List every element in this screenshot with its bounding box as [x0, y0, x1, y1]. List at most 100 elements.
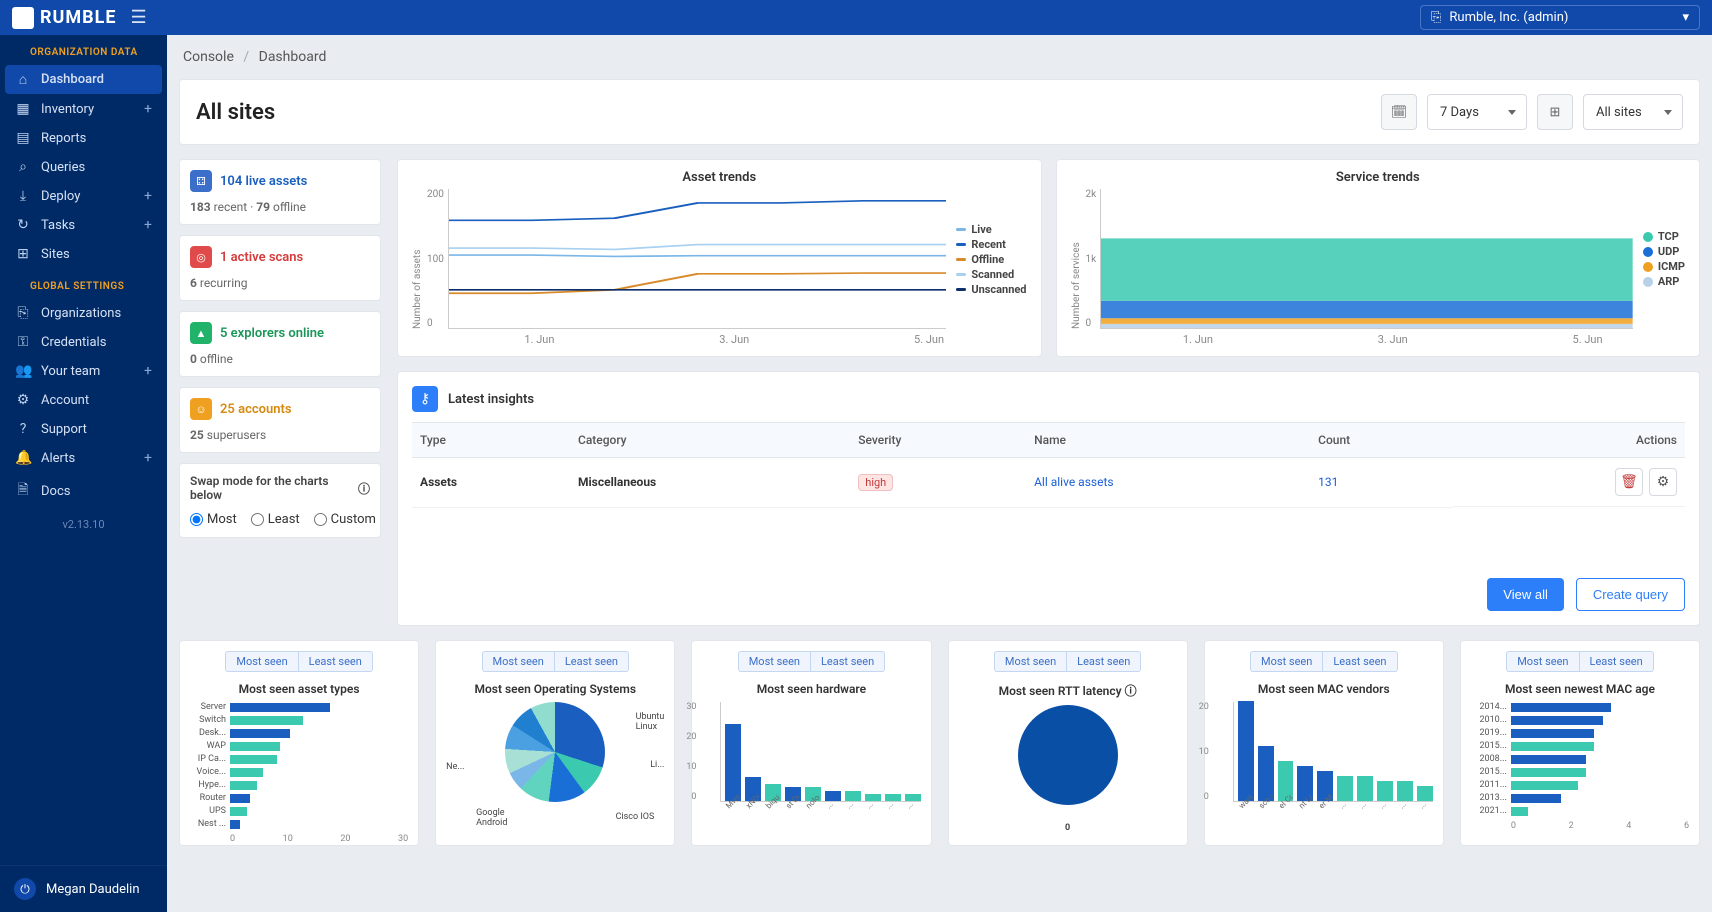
logo[interactable]: RUMBLE	[12, 7, 117, 29]
stat-scans-title: 1 active scans	[220, 250, 303, 265]
docs-icon: 🗎	[15, 479, 31, 503]
toggle-most[interactable]: Most seen	[738, 651, 810, 672]
col-category: Category	[570, 423, 850, 458]
mini-title: Most seen Operating Systems	[446, 682, 664, 696]
gear-icon[interactable]: ⚙	[1649, 468, 1677, 496]
sidebar-item-label: Deploy	[41, 189, 80, 204]
range-select[interactable]: 7 Days	[1427, 94, 1527, 130]
legend-item: ICMP	[1643, 259, 1685, 274]
sidebar-item-deploy[interactable]: ⤓Deploy+	[5, 182, 162, 210]
legend-item: UDP	[1643, 244, 1685, 259]
chevron-down-icon: ▾	[1682, 10, 1689, 25]
stat-assets-sub: 183 recent · 79 offline	[190, 200, 370, 214]
toggle-least[interactable]: Least seen	[1579, 651, 1654, 672]
page-title: All sites	[196, 100, 275, 125]
sidebar-user[interactable]: ⏻ Megan Daudelin	[0, 865, 167, 912]
sidebar-item-label: Credentials	[41, 335, 106, 350]
legend-item: TCP	[1643, 229, 1685, 244]
sites-icon: ⊞	[15, 246, 31, 262]
stat-assets-title: 104 live assets	[220, 174, 307, 189]
org-copy-icon: ⎘	[1431, 10, 1441, 25]
sidebar-item-your-team[interactable]: 👥Your team+	[5, 357, 162, 385]
sidebar-item-credentials[interactable]: ⚿ Credentials	[5, 328, 162, 356]
toggle-most[interactable]: Most seen	[1250, 651, 1322, 672]
org-switcher[interactable]: ⎘ Rumble, Inc. (admin) ▾	[1420, 5, 1700, 30]
insight-count-link[interactable]: 131	[1318, 475, 1338, 489]
toggle-least[interactable]: Least seen	[298, 651, 373, 672]
plus-icon[interactable]: +	[144, 101, 152, 117]
plus-icon[interactable]: +	[144, 188, 152, 204]
mini-chart-4: Most seenLeast seen Most seen MAC vendors…	[1204, 640, 1444, 846]
sidebar-item-inventory[interactable]: ▦Inventory+	[5, 95, 162, 123]
sidebar-item-label: Account	[41, 393, 89, 408]
site-select[interactable]: All sites	[1583, 94, 1683, 130]
sidebar-section-org: ORGANIZATION DATA	[0, 35, 167, 64]
sidebar-toggle-icon[interactable]: ☰	[131, 7, 147, 28]
severity-badge: high	[858, 474, 893, 491]
scans-icon: ◎	[190, 246, 212, 268]
swap-title: Swap mode for the charts below	[190, 474, 354, 502]
sidebar-item-account[interactable]: ⚙Account	[5, 386, 162, 414]
swap-mode-card: Swap mode for the charts below ⓘ Most Le…	[179, 463, 381, 538]
sidebar-item-sites[interactable]: ⊞Sites	[5, 240, 162, 268]
toggle-least[interactable]: Least seen	[554, 651, 629, 672]
sidebar-item-reports[interactable]: ▤Reports	[5, 124, 162, 152]
swap-radio-least[interactable]: Least	[251, 512, 300, 527]
sidebar-item-docs[interactable]: 🗎Docs	[5, 473, 162, 509]
toggle-least[interactable]: Least seen	[810, 651, 885, 672]
plus-icon[interactable]: +	[144, 363, 152, 379]
credentials-icon: ⚿	[15, 334, 31, 350]
sidebar-user-name: Megan Daudelin	[46, 882, 140, 897]
create-query-button[interactable]: Create query	[1576, 578, 1685, 611]
calendar-icon[interactable]: 🗓	[1381, 94, 1417, 130]
view-all-button[interactable]: View all	[1487, 578, 1564, 611]
accounts-icon: ☺	[190, 398, 212, 420]
stat-card-scans[interactable]: ◎ 1 active scans 6 recurring	[179, 235, 381, 301]
sidebar-item-alerts[interactable]: 🔔Alerts+	[5, 444, 162, 472]
toggle-most[interactable]: Most seen	[994, 651, 1066, 672]
stat-card-explorers[interactable]: ▲ 5 explorers online 0 offline	[179, 311, 381, 377]
sidebar-item-queries[interactable]: ⌕Queries	[5, 153, 162, 181]
organizations-icon: ⎘	[15, 305, 31, 321]
swap-radio-custom[interactable]: Custom	[314, 512, 376, 527]
toggle-least[interactable]: Least seen	[1066, 651, 1141, 672]
mini-title: Most seen newest MAC age	[1471, 682, 1689, 696]
stat-card-accounts[interactable]: ☺ 25 accounts 25 superusers	[179, 387, 381, 453]
power-icon: ⏻	[14, 878, 36, 900]
legend-item: Offline	[956, 252, 1026, 267]
insights-row: Assets Miscellaneous high All alive asse…	[412, 458, 1685, 508]
stat-card-assets[interactable]: ⚃ 104 live assets 183 recent · 79 offlin…	[179, 159, 381, 225]
stat-explorers-sub: 0 offline	[190, 352, 370, 366]
page-header: All sites 🗓 7 Days ⊞ All sites	[179, 79, 1700, 145]
sidebar-item-label: Queries	[41, 160, 85, 175]
explorers-icon: ▲	[190, 322, 212, 344]
mini-chart-3: Most seenLeast seen Most seen RTT latency…	[948, 640, 1188, 846]
sidebar-item-support[interactable]: ?Support	[5, 415, 162, 443]
stat-accounts-sub: 25 superusers	[190, 428, 370, 442]
toggle-least[interactable]: Least seen	[1322, 651, 1397, 672]
tasks-icon: ↻	[15, 217, 31, 233]
sidebar-item-label: Organizations	[41, 306, 121, 321]
site-icon[interactable]: ⊞	[1537, 94, 1573, 130]
mini-title: Most seen asset types	[190, 682, 408, 696]
info-icon[interactable]: ⓘ	[358, 480, 370, 497]
toggle-most[interactable]: Most seen	[1506, 651, 1578, 672]
toggle-most[interactable]: Most seen	[225, 651, 297, 672]
insights-title: Latest insights	[448, 392, 534, 407]
delete-icon[interactable]: 🗑	[1615, 468, 1643, 496]
swap-radio-most[interactable]: Most	[190, 512, 237, 527]
breadcrumb-root[interactable]: Console	[183, 49, 234, 65]
legend-item: ARP	[1643, 274, 1685, 289]
info-icon[interactable]: ⓘ	[1125, 684, 1137, 698]
plus-icon[interactable]: +	[144, 450, 152, 466]
alerts-icon: 🔔	[15, 450, 31, 466]
sidebar-item-organizations[interactable]: ⎘ Organizations	[5, 299, 162, 327]
chart-title: Asset trends	[412, 170, 1027, 185]
plus-icon[interactable]: +	[144, 217, 152, 233]
sidebar-item-tasks[interactable]: ↻Tasks+	[5, 211, 162, 239]
insight-name-link[interactable]: All alive assets	[1034, 475, 1113, 489]
mini-title: Most seen RTT latency ⓘ	[959, 682, 1177, 699]
toggle-most[interactable]: Most seen	[482, 651, 554, 672]
mini-title: Most seen MAC vendors	[1215, 682, 1433, 696]
sidebar-item-dashboard[interactable]: ⌂Dashboard	[5, 65, 162, 94]
